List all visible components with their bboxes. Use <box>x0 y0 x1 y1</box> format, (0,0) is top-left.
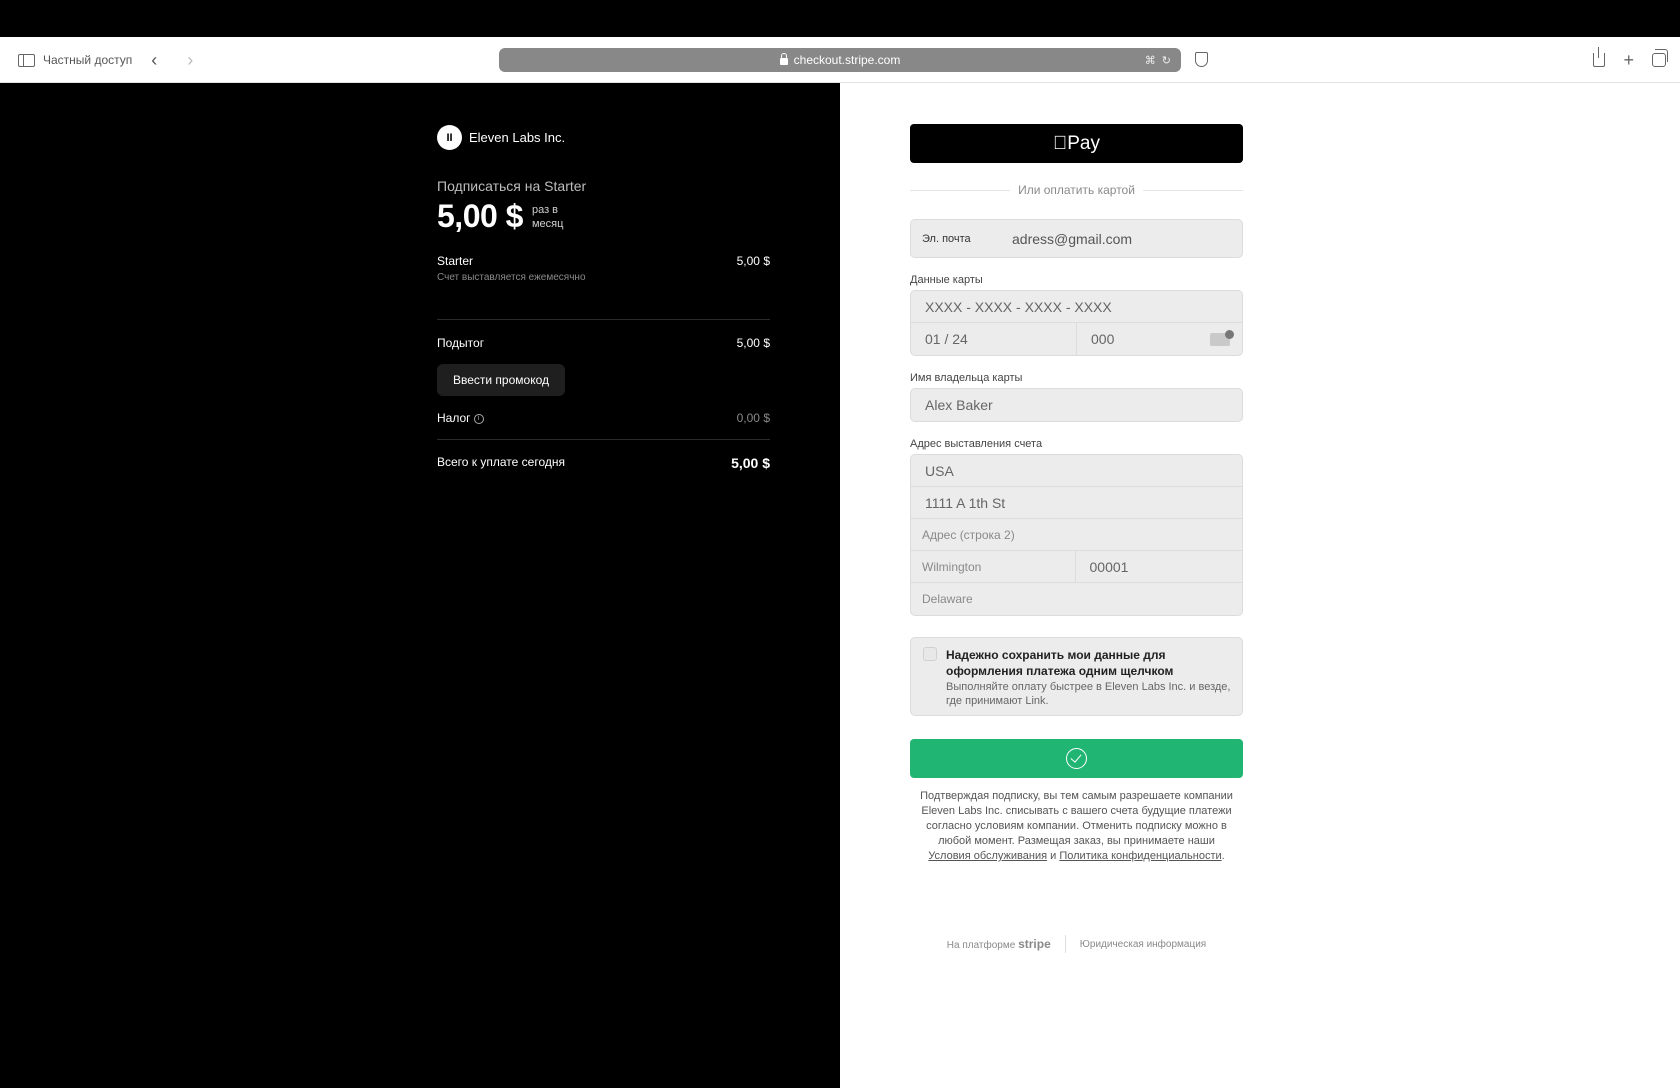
cvc-card-icon <box>1210 329 1234 346</box>
address-line1-input[interactable]: 1111 A 1th St <box>911 487 1242 519</box>
merchant-logo: II <box>437 125 462 150</box>
checkmark-icon <box>1066 748 1087 769</box>
legal-text: Подтверждая подписку, вы тем самым разре… <box>920 790 1233 862</box>
order-summary: II Eleven Labs Inc. Подписаться на Start… <box>0 83 840 1088</box>
subtotal-value: 5,00 $ <box>736 336 770 350</box>
email-label: Эл. почта <box>922 232 971 245</box>
email-value[interactable]: adress@gmail.com <box>1012 231 1132 247</box>
price: 5,00 $ <box>437 198 523 234</box>
card-number-input[interactable]: XXXX - XXXX - XXXX - XXXX <box>911 291 1242 323</box>
url-text: checkout.stripe.com <box>793 53 901 67</box>
email-field[interactable]: Эл. почта adress@gmail.com <box>910 219 1243 258</box>
save-info-title: Надежно сохранить мои данные для оформле… <box>946 648 1174 678</box>
apple-pay-button[interactable]:  Pay <box>910 124 1243 163</box>
save-info-description: Выполняйте оплату быстрее в Eleven Labs … <box>946 681 1231 707</box>
promo-code-button[interactable]: Ввести промокод <box>437 364 565 396</box>
or-divider: Или оплатить картой <box>910 183 1243 197</box>
address-label: Адрес выставления счета <box>910 438 1043 450</box>
holder-field: Alex Baker <box>910 388 1243 422</box>
save-info-checkbox[interactable] <box>923 647 937 661</box>
country-select[interactable]: USA <box>911 455 1242 487</box>
reload-icon[interactable]: ↻ <box>1162 54 1171 67</box>
holder-name-input[interactable]: Alex Baker <box>911 389 1242 421</box>
divider <box>437 439 770 440</box>
billing-period: раз в месяц <box>531 203 564 230</box>
tax-row: Налог i 0,00 $ <box>437 411 770 425</box>
card-details: XXXX - XXXX - XXXX - XXXX 01 / 24 000 <box>910 290 1243 356</box>
subtotal-row: Подытог 5,00 $ <box>437 336 770 350</box>
or-label: Или оплатить картой <box>1018 183 1135 197</box>
translate-icon[interactable]: ⌘ <box>1145 54 1156 67</box>
lock-icon <box>779 52 788 65</box>
privacy-link[interactable]: Политика конфиденциальности <box>1059 850 1221 862</box>
merchant-name: Eleven Labs Inc. <box>469 130 566 145</box>
payment-form:  Pay Или оплатить картой Эл. почта adre… <box>840 83 1680 1088</box>
terms-link[interactable]: Условия обслуживания <box>928 850 1047 862</box>
subscribe-button[interactable] <box>910 739 1243 778</box>
tax-value: 0,00 $ <box>736 411 770 425</box>
tax-label: Налог <box>437 411 471 425</box>
divider <box>437 319 770 320</box>
line-item: Starter 5,00 $ Счет выставляется ежемеся… <box>437 254 770 283</box>
zip-input[interactable]: 00001 <box>1076 551 1243 583</box>
private-browsing-label: Частный доступ <box>43 53 133 67</box>
total-row: Всего к уплате сегодня 5,00 $ <box>437 455 770 471</box>
forward-icon[interactable]: › <box>176 50 204 71</box>
apple-icon:  <box>1053 133 1067 155</box>
share-icon[interactable] <box>1593 47 1606 67</box>
address-fields: USA 1111 A 1th St Адрес (строка 2) Wilmi… <box>910 454 1243 616</box>
item-name: Starter <box>437 254 474 268</box>
privacy-shield-icon[interactable] <box>1195 52 1208 67</box>
total-label: Всего к уплате сегодня <box>437 455 565 469</box>
tab-overview-icon[interactable] <box>1652 49 1668 67</box>
powered-by-stripe[interactable]: На платформе stripe <box>947 937 1051 951</box>
subscribe-label: Подписаться на Starter <box>437 178 587 194</box>
card-cvc-input[interactable]: 000 <box>1077 323 1242 355</box>
new-tab-icon[interactable]: + <box>1623 50 1634 71</box>
total-value: 5,00 $ <box>731 455 770 471</box>
state-select[interactable]: Delaware <box>911 583 1242 615</box>
address-line2-input[interactable]: Адрес (строка 2) <box>911 519 1242 551</box>
item-description: Счет выставляется ежемесячно <box>437 272 586 283</box>
stripe-logo: stripe <box>1018 937 1051 951</box>
save-info-option[interactable]: Надежно сохранить мои данные для оформле… <box>910 637 1243 716</box>
holder-label: Имя владельца карты <box>910 372 1023 384</box>
info-icon[interactable]: i <box>473 413 484 424</box>
item-price: 5,00 $ <box>736 254 770 268</box>
card-label: Данные карты <box>910 274 983 286</box>
city-input[interactable]: Wilmington <box>911 551 1076 583</box>
merchant-header[interactable]: II Eleven Labs Inc. <box>437 125 565 150</box>
price-row: 5,00 $ раз в месяц <box>437 198 563 235</box>
address-bar[interactable]: checkout.stripe.com ⌘ ↻ <box>499 48 1181 72</box>
footer: На платформе stripe Юридическая информац… <box>910 935 1243 953</box>
back-icon[interactable]: ‹ <box>140 50 168 71</box>
menu-bar <box>0 0 1680 37</box>
sidebar-toggle-icon[interactable] <box>18 53 35 67</box>
subtotal-label: Подытог <box>437 336 485 350</box>
card-expiry-input[interactable]: 01 / 24 <box>911 323 1077 355</box>
legal-info-link[interactable]: Юридическая информация <box>1080 939 1206 950</box>
